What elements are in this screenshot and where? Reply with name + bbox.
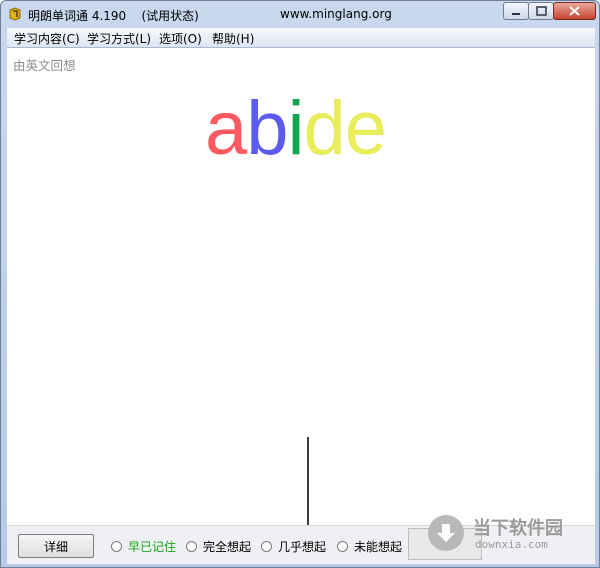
maximize-button[interactable] <box>528 2 554 20</box>
watermark: 当下软件园 downxia.com <box>425 510 595 560</box>
radio-almost-recalled[interactable]: 几乎想起 <box>261 538 326 555</box>
word-letter: a <box>205 86 247 171</box>
menu-options[interactable]: 选项(O) <box>159 30 202 47</box>
word-letter: e <box>344 86 387 171</box>
window-title: 明朗单词通 4.190 (试用状态) <box>28 9 199 23</box>
study-area: 由英文回想 abide 详细 早已记住 完全想起 几乎想起 未能想起 <box>7 48 595 564</box>
app-window: 明朗单词通 4.190 (试用状态) www.minglang.org 学习内容… <box>0 0 600 568</box>
vertical-divider <box>307 437 309 527</box>
maximize-icon <box>536 6 547 16</box>
close-icon <box>569 6 580 16</box>
detail-button[interactable]: 详细 <box>18 534 94 558</box>
radio-label: 早已记住 <box>128 540 177 554</box>
minimize-button[interactable] <box>503 2 529 20</box>
radio-circle-icon <box>186 541 197 552</box>
title-bar: 明朗单词通 4.190 (试用状态) www.minglang.org <box>1 1 599 28</box>
watermark-name: 当下软件园 <box>473 518 563 539</box>
study-word: abide <box>205 86 387 172</box>
word-letter: b <box>246 86 288 171</box>
download-icon <box>428 515 464 551</box>
radio-already-remembered[interactable]: 早已记住 <box>111 538 176 555</box>
window-url: www.minglang.org <box>280 7 392 21</box>
menu-bar: 学习内容(C) 学习方式(L) 选项(O) 帮助(H) <box>7 28 595 48</box>
radio-fully-recalled[interactable]: 完全想起 <box>186 538 251 555</box>
word-letter: d <box>303 86 345 171</box>
menu-learning-content[interactable]: 学习内容(C) <box>14 30 80 47</box>
radio-not-recalled[interactable]: 未能想起 <box>337 538 402 555</box>
word-letter: i <box>287 86 305 171</box>
menu-help[interactable]: 帮助(H) <box>212 30 254 47</box>
radio-label: 完全想起 <box>203 540 252 554</box>
radio-label: 几乎想起 <box>278 540 327 554</box>
close-button[interactable] <box>553 2 596 20</box>
app-icon <box>9 7 21 21</box>
radio-label: 未能想起 <box>354 540 403 554</box>
menu-learning-method[interactable]: 学习方式(L) <box>87 30 151 47</box>
radio-circle-icon <box>261 541 272 552</box>
study-mode-label: 由英文回想 <box>13 58 76 73</box>
minimize-icon <box>512 13 520 15</box>
radio-circle-icon <box>337 541 348 552</box>
watermark-domain: downxia.com <box>475 538 548 551</box>
radio-circle-icon <box>111 541 122 552</box>
